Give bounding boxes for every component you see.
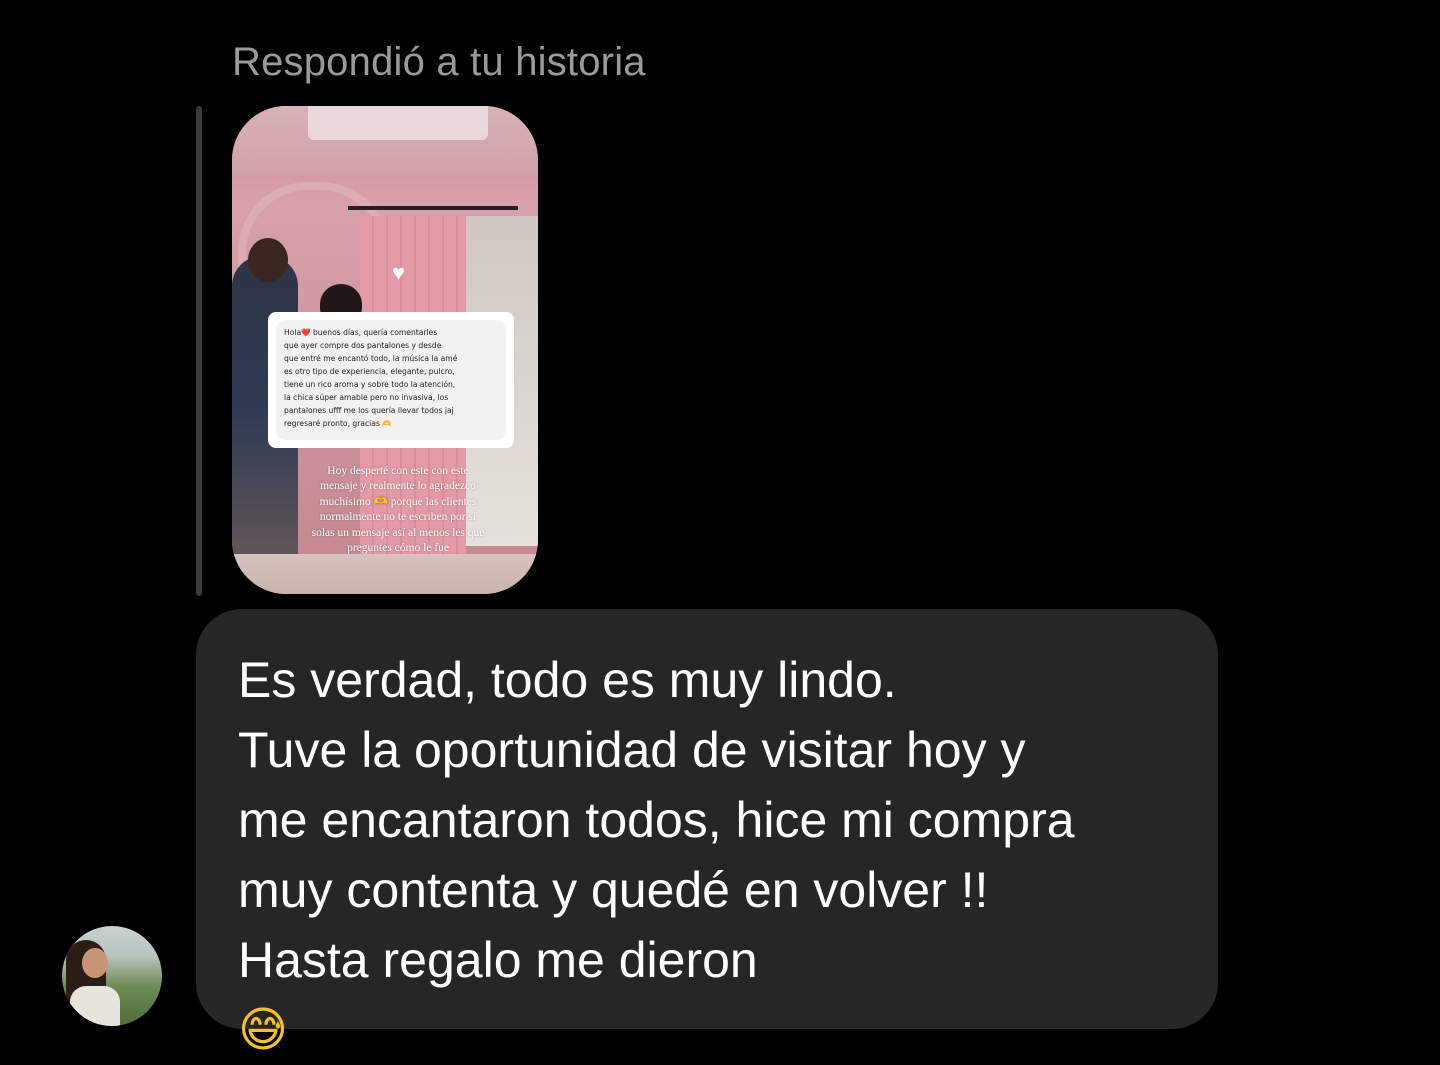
reply-context-label: Respondió a tu historia <box>232 40 646 84</box>
story-quoted-message-card: Hola❤️ buenos días, quería comentarles q… <box>268 312 514 448</box>
message-bubble[interactable]: Es verdad, todo es muy lindo. Tuve la op… <box>196 609 1218 1058</box>
story-caption-line: preguntes cómo le fue <box>347 542 449 555</box>
story-message-line: pantalones ufff me los quería llevar tod… <box>284 406 454 415</box>
message-line: Hasta regalo me dieron <box>238 932 758 988</box>
reply-quote-bar <box>196 106 202 596</box>
message-line: Es verdad, todo es muy lindo. <box>238 652 897 708</box>
heart-icon: ♥ <box>392 260 406 285</box>
message-line: Tuve la oportunidad de visitar hoy y <box>238 722 1026 778</box>
story-message-line: tiene un rico aroma y sobre todo la aten… <box>284 380 456 389</box>
story-caption-line: muchísimo 🫶 porque las clientes <box>319 495 477 508</box>
message-line: me encantaron todos, hice mi compra <box>238 792 1075 848</box>
story-message-line: que ayer compre dos pantalones y desde <box>284 341 442 350</box>
story-person-head <box>248 238 288 282</box>
story-message-line: Hola❤️ buenos días, quería comentarles <box>284 328 438 337</box>
story-caption-line: Hoy desperté con este con este <box>327 465 469 477</box>
message-line-last: Hasta regalo me dieron 😅 <box>238 925 1075 1065</box>
story-caption-line: normalmente no te escriben por sí <box>319 511 477 524</box>
sender-avatar[interactable] <box>62 926 162 1026</box>
message-text: Es verdad, todo es muy lindo. Tuve la op… <box>238 645 1075 1065</box>
story-ceiling-light <box>308 106 488 140</box>
story-message-line: que entré me encantó todo, la música la … <box>284 354 458 363</box>
story-quoted-message: Hola❤️ buenos días, quería comentarles q… <box>276 320 506 440</box>
story-door-rail <box>348 206 518 210</box>
story-message-line: la chica súper amable pero no invasiva, … <box>284 393 449 402</box>
story-floor <box>232 554 538 594</box>
message-line: muy contenta y quedé en volver !! <box>238 862 989 918</box>
story-caption: Hoy desperté con este con este mensaje y… <box>276 464 520 556</box>
avatar-face <box>82 948 108 978</box>
story-thumbnail[interactable]: ♥ Hola❤️ buenos días, quería comentarles… <box>232 106 538 594</box>
story-caption-line: mensaje y realmente lo agradezco <box>320 480 476 493</box>
story-message-line: es otro tipo de experiencia, elegante, p… <box>284 367 455 376</box>
story-message-line: regresaré pronto, gracias 🫶 <box>284 419 392 428</box>
avatar-shirt <box>70 986 120 1026</box>
story-caption-line: solas un mensaje así al menos les que <box>311 526 485 539</box>
grinning-sweat-emoji-icon: 😅 <box>238 1002 289 1058</box>
